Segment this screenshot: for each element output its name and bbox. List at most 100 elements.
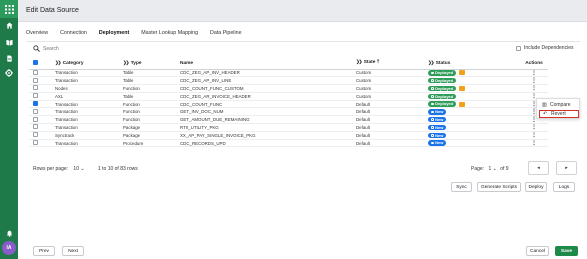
cell-type: Package	[123, 123, 180, 132]
page-count: of 9	[500, 166, 509, 172]
row-checkbox[interactable]	[33, 101, 38, 107]
cell-type: Function	[123, 100, 180, 109]
status-dot-icon	[431, 118, 434, 121]
table-row[interactable]: Transaction Function GET_INV_DOC_NUM Defaul…	[29, 107, 548, 117]
logs-button[interactable]: Logs	[553, 182, 575, 192]
status-badge: New	[428, 109, 447, 115]
revert-menu-item[interactable]: ↶ Revert	[539, 110, 579, 118]
cell-category: Transaction	[53, 115, 123, 125]
row-checkbox[interactable]	[33, 132, 38, 138]
column-header-state[interactable]: ❯❯ State 🡑	[356, 58, 428, 70]
row-checkbox[interactable]	[33, 116, 38, 122]
row-checkbox[interactable]	[33, 85, 38, 91]
cell-category: Transaction	[53, 69, 123, 78]
cell-type: Table	[123, 69, 180, 78]
chevron-right-icon: ▸	[565, 165, 568, 171]
table-row[interactable]: Transaction Table CDC_ZEG_AP_INV_HEADER Cus…	[29, 69, 548, 78]
column-header-category[interactable]: ❯❯ Category	[53, 58, 123, 70]
status-dot-icon	[431, 71, 434, 75]
status-badge: Deployed	[428, 85, 457, 92]
book-icon[interactable]	[4, 37, 14, 47]
chevron-down-icon: ⌄	[492, 166, 497, 172]
cancel-button[interactable]: Cancel	[526, 246, 549, 256]
generate-scripts-button[interactable]: Generate Scripts	[477, 182, 521, 192]
compare-menu-item[interactable]: ▥ Compare	[539, 101, 579, 109]
document-icon[interactable]	[4, 53, 14, 63]
table-row[interactable]: Transaction Procedure CDC_RECORDS_UPD Defau…	[29, 139, 548, 148]
row-checkbox[interactable]	[33, 77, 38, 83]
row-checkbox[interactable]	[33, 124, 38, 130]
table-row[interactable]: Transaction Table CDC_ZEG_AP_INV_LINE Custo…	[29, 76, 548, 86]
row-checkbox[interactable]	[33, 69, 38, 75]
status-dot-icon	[431, 133, 434, 137]
cell-type: Function	[123, 107, 180, 117]
more-actions-icon[interactable]: ⋮	[531, 140, 537, 146]
cell-name: CDC_ZEG_AP_INV_LINE	[180, 76, 356, 86]
search-icon	[33, 45, 41, 53]
cell-category: Transaction	[53, 107, 123, 117]
more-actions-icon[interactable]: ⋮	[531, 124, 537, 130]
more-actions-icon[interactable]: ⋮	[531, 78, 537, 84]
column-header-actions: Actions	[520, 58, 548, 70]
table-row[interactable]: AXL Table CDC_ZEG_AR_INVOICE_HEADER Custom D…	[29, 92, 548, 101]
user-avatar[interactable]: IA	[2, 241, 16, 255]
notifications-bell-icon[interactable]	[4, 228, 14, 238]
include-dependencies[interactable]: Include Dependencies	[516, 45, 573, 51]
table-row[interactable]: Nodes Function CDC_COUNT_FUNC_CUSTOM Custom…	[29, 84, 548, 93]
row-checkbox[interactable]	[33, 108, 38, 114]
warning-icon[interactable]	[459, 101, 466, 107]
prev-button[interactable]: Prev	[33, 246, 55, 256]
revert-icon: ↶	[543, 111, 548, 117]
deploy-button[interactable]: Deploy	[525, 182, 547, 192]
prev-page-button[interactable]: ◂	[528, 161, 549, 175]
include-dependencies-checkbox[interactable]	[516, 45, 521, 51]
more-actions-icon[interactable]: ⋮	[531, 70, 537, 76]
status-dot-icon	[431, 79, 434, 82]
table-row[interactable]: Transaction Function GET_AMOUNT_DUE_REMAIN…	[29, 115, 548, 125]
include-dependencies-label: Include Dependencies	[524, 45, 574, 51]
select-all-checkbox[interactable]	[33, 59, 38, 65]
table-row[interactable]: Synctrack Package XX_AP_PAY_SINGLE_INVOICE…	[29, 131, 548, 140]
status-badge: New	[428, 132, 447, 139]
column-header-name[interactable]: Name	[180, 58, 356, 70]
warning-icon[interactable]	[459, 86, 466, 92]
rows-per-page-select[interactable]: 10 ⌄	[73, 166, 84, 172]
search-bar	[33, 45, 203, 54]
cell-state: Custom	[356, 76, 428, 86]
sort-ascending-icon: 🡑	[376, 60, 380, 66]
next-page-button[interactable]: ▸	[556, 161, 577, 175]
search-input[interactable]	[43, 45, 193, 53]
more-actions-icon[interactable]: ⋮	[531, 85, 537, 91]
row-checkbox[interactable]	[33, 93, 38, 99]
tab-divider	[26, 41, 580, 42]
page-selector: Page: 1 ⌄ of 9	[471, 166, 509, 172]
home-icon[interactable]	[4, 20, 14, 30]
settings-gear-icon[interactable]	[4, 68, 14, 78]
status-badge: New	[428, 117, 447, 123]
status-badge: Deployed	[428, 70, 457, 76]
cell-category: Transaction	[53, 100, 123, 109]
row-checkbox[interactable]	[33, 140, 38, 146]
save-button[interactable]: Save	[555, 246, 578, 256]
cell-name: RTII_UTILITY_PKG	[180, 123, 356, 132]
cell-state: Custom	[356, 92, 428, 101]
column-header-type[interactable]: ❯❯ Type	[123, 58, 180, 70]
cell-type: Procedure	[123, 139, 180, 148]
cell-category: Transaction	[53, 76, 123, 86]
rows-per-page-label: Rows per page:	[33, 166, 69, 172]
warning-icon[interactable]	[459, 70, 466, 76]
next-button[interactable]: Next	[62, 246, 84, 256]
apps-grid-icon[interactable]	[0, 0, 18, 18]
column-header-status[interactable]: ❯❯ Status	[428, 58, 520, 70]
cell-name: CDC_RECORDS_UPD	[180, 139, 356, 148]
status-dot-icon	[431, 87, 434, 90]
more-actions-icon[interactable]: ⋮	[531, 132, 537, 138]
status-dot-icon	[431, 102, 434, 106]
page-select[interactable]: 1 ⌄	[488, 166, 496, 172]
row-range: 1 to 10 of 83 rows	[97, 166, 138, 172]
sync-button[interactable]: Sync	[451, 182, 472, 192]
table-row[interactable]: Transaction Package RTII_UTILITY_PKG Defaul…	[29, 123, 548, 132]
chevron-left-icon: ◂	[537, 165, 540, 171]
table-row[interactable]: Transaction Function CDC_COUNT_FUNC Default…	[29, 100, 548, 109]
status-dot-icon	[431, 110, 434, 114]
